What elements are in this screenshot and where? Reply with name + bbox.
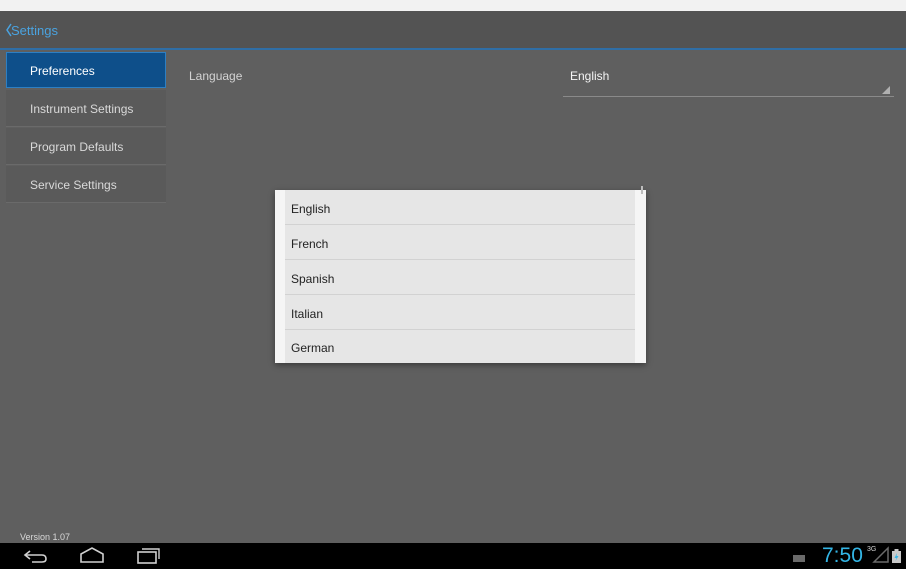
- sidebar: Preferences Instrument Settings Program …: [0, 50, 167, 530]
- sidebar-item-label: Preferences: [30, 64, 95, 78]
- language-option-german[interactable]: German: [285, 329, 635, 363]
- language-option-english[interactable]: English: [285, 190, 635, 225]
- language-select[interactable]: English: [563, 62, 894, 97]
- page-title[interactable]: Settings: [11, 23, 58, 38]
- signal-icon: 3G: [867, 546, 889, 564]
- language-option-french[interactable]: French: [285, 225, 635, 260]
- sidebar-item-instrument-settings[interactable]: Instrument Settings: [6, 90, 166, 127]
- option-label: English: [291, 202, 331, 216]
- option-label: German: [291, 341, 335, 355]
- option-label: French: [291, 237, 329, 251]
- keyboard-icon: [793, 555, 805, 562]
- popup-edge: [635, 190, 646, 363]
- language-option-spanish[interactable]: Spanish: [285, 260, 635, 295]
- scrollbar[interactable]: [641, 186, 643, 194]
- back-icon[interactable]: [22, 548, 48, 564]
- action-bar: Settings: [0, 11, 906, 50]
- version-text: Version 1.07: [20, 532, 71, 542]
- popup-edge: [275, 190, 285, 363]
- home-icon[interactable]: [79, 546, 105, 564]
- system-navigation-bar: 7:50 3G: [0, 543, 906, 569]
- sidebar-item-label: Instrument Settings: [30, 102, 134, 116]
- clock: 7:50: [822, 544, 863, 567]
- sidebar-item-program-defaults[interactable]: Program Defaults: [6, 128, 166, 165]
- sidebar-item-preferences[interactable]: Preferences: [6, 52, 166, 88]
- language-option-italian[interactable]: Italian: [285, 295, 635, 330]
- language-popup: English French Spanish Italian German: [275, 186, 646, 363]
- sidebar-item-service-settings[interactable]: Service Settings: [6, 166, 166, 203]
- sidebar-item-label: Program Defaults: [30, 140, 124, 154]
- battery-icon: [892, 549, 901, 563]
- recent-apps-icon[interactable]: [136, 546, 160, 564]
- sidebar-item-label: Service Settings: [30, 178, 117, 192]
- language-label: Language: [189, 69, 243, 83]
- dropdown-triangle-icon: [882, 86, 890, 94]
- language-select-value: English: [570, 69, 610, 83]
- option-label: Spanish: [291, 272, 335, 286]
- option-label: Italian: [291, 307, 324, 321]
- top-strip: [0, 0, 906, 11]
